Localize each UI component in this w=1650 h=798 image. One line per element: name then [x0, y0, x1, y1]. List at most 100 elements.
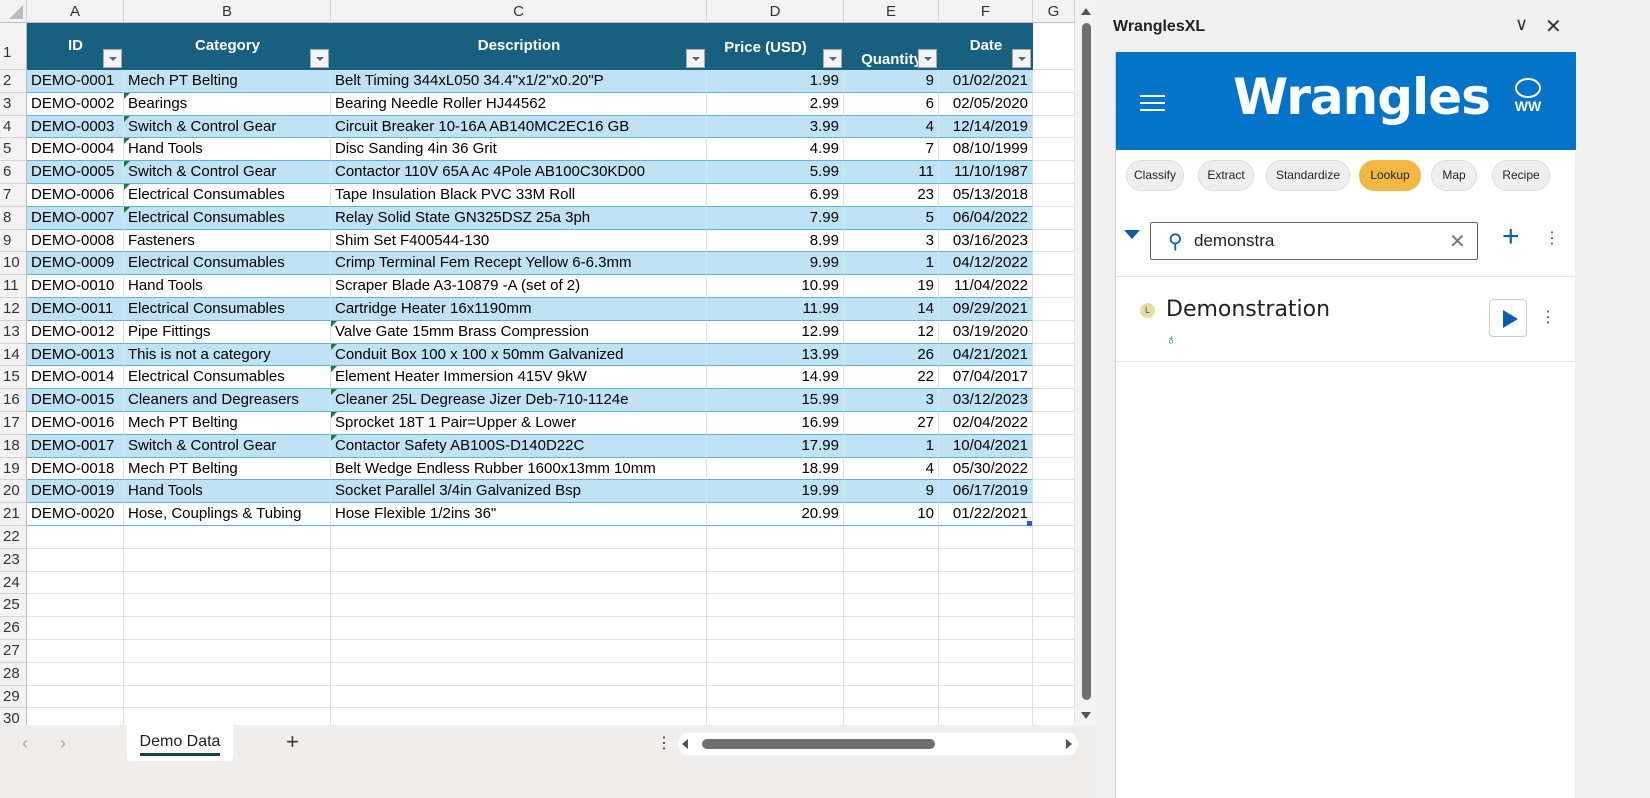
empty-cell[interactable] [939, 571, 1033, 595]
table-cell[interactable]: 09/29/2021 [939, 298, 1033, 321]
table-cell[interactable]: DEMO-0002 [27, 92, 124, 116]
row-header[interactable]: 14 [0, 343, 27, 367]
table-cell[interactable]: 01/02/2021 [939, 70, 1033, 93]
empty-cell[interactable] [124, 548, 331, 572]
table-cell[interactable]: 05/30/2022 [939, 457, 1033, 481]
row-header[interactable]: 19 [0, 457, 27, 481]
table-cell[interactable]: 17.99 [707, 434, 844, 458]
row-header[interactable]: 20 [0, 480, 27, 504]
table-cell[interactable]: 03/19/2020 [939, 320, 1033, 344]
table-cell[interactable]: DEMO-0018 [27, 457, 124, 481]
table-cell[interactable]: 1 [844, 252, 939, 276]
table-cell[interactable]: DEMO-0013 [27, 343, 124, 367]
table-cell[interactable]: 13.99 [707, 343, 844, 367]
hamburger-menu-icon[interactable] [1140, 95, 1165, 111]
column-header-f[interactable]: F [939, 0, 1033, 23]
empty-cell[interactable] [124, 571, 331, 595]
empty-cell[interactable] [1033, 571, 1075, 595]
table-cell[interactable]: Hand Tools [124, 138, 331, 162]
table-cell[interactable]: Fasteners [124, 229, 331, 253]
empty-cell[interactable] [844, 594, 939, 618]
row-header[interactable]: 29 [0, 685, 27, 709]
row-header[interactable]: 12 [0, 298, 27, 321]
row-header[interactable]: 28 [0, 662, 27, 686]
table-cell[interactable]: Switch & Control Gear [124, 434, 331, 458]
table-cell[interactable]: Pipe Fittings [124, 320, 331, 344]
table-cell[interactable]: 08/10/1999 [939, 138, 1033, 162]
table-cell[interactable]: DEMO-0001 [27, 70, 124, 93]
empty-cell[interactable] [1033, 548, 1075, 572]
empty-cell[interactable] [844, 685, 939, 709]
table-cell[interactable]: 11.99 [707, 298, 844, 321]
table-cell[interactable]: Hose, Couplings & Tubing [124, 503, 331, 526]
table-cell[interactable]: 9 [844, 70, 939, 93]
table-cell[interactable]: Bearing Needle Roller HJ44562 [331, 92, 707, 116]
empty-cell[interactable] [707, 548, 844, 572]
empty-cell[interactable] [331, 685, 707, 709]
table-cell[interactable]: Tape Insulation Black PVC 33M Roll [331, 184, 707, 207]
table-resize-handle[interactable] [1027, 521, 1032, 527]
table-cell[interactable]: DEMO-0017 [27, 434, 124, 458]
table-cell[interactable]: 11/10/1987 [939, 161, 1033, 184]
chip-classify[interactable]: Classify [1126, 160, 1184, 191]
row-header[interactable]: 24 [0, 571, 27, 595]
empty-cell[interactable] [1033, 708, 1075, 725]
empty-cell[interactable] [844, 617, 939, 640]
table-cell[interactable]: Electrical Consumables [124, 184, 331, 207]
result-name[interactable]: Demonstration [1166, 297, 1330, 322]
column-header-g[interactable]: G [1033, 0, 1075, 23]
table-cell[interactable]: 22 [844, 366, 939, 390]
table-cell[interactable]: Hand Tools [124, 480, 331, 504]
empty-cell[interactable] [844, 708, 939, 725]
empty-cell[interactable] [331, 708, 707, 725]
table-cell[interactable]: DEMO-0007 [27, 206, 124, 230]
table-cell[interactable]: Cartridge Heater 16x1190mm [331, 298, 707, 321]
empty-cell[interactable] [707, 708, 844, 725]
table-cell[interactable]: 14.99 [707, 366, 844, 390]
table-cell[interactable]: 15.99 [707, 389, 844, 412]
row-header[interactable]: 10 [0, 252, 27, 276]
empty-cell[interactable] [27, 526, 124, 549]
empty-cell[interactable] [1033, 115, 1075, 139]
empty-cell[interactable] [1033, 366, 1075, 390]
table-cell[interactable]: Bearings [124, 92, 331, 116]
empty-cell[interactable] [1033, 320, 1075, 344]
scroll-up-arrow[interactable] [1081, 8, 1091, 15]
table-cell[interactable]: Mech PT Belting [124, 412, 331, 435]
empty-cell[interactable] [1033, 594, 1075, 618]
table-cell[interactable]: DEMO-0019 [27, 480, 124, 504]
table-cell[interactable]: 23 [844, 184, 939, 207]
empty-cell[interactable] [707, 526, 844, 549]
table-cell[interactable]: 19 [844, 275, 939, 298]
table-cell[interactable]: This is not a category [124, 343, 331, 367]
user-avatar[interactable]: WW [1508, 78, 1548, 118]
table-cell[interactable]: Hand Tools [124, 275, 331, 298]
chip-map[interactable]: Map [1431, 160, 1477, 191]
table-header-cell[interactable]: Date [939, 23, 1033, 70]
table-cell[interactable]: 9.99 [707, 252, 844, 276]
empty-cell[interactable] [939, 685, 1033, 709]
table-cell[interactable]: 7.99 [707, 206, 844, 230]
row-header[interactable]: 5 [0, 138, 27, 162]
empty-cell[interactable] [1033, 434, 1075, 458]
empty-cell[interactable] [124, 685, 331, 709]
empty-cell[interactable] [1033, 161, 1075, 184]
table-cell[interactable]: Cleaner 25L Degrease Jizer Deb-710-1124e [331, 389, 707, 412]
empty-cell[interactable] [939, 640, 1033, 663]
empty-cell[interactable] [124, 526, 331, 549]
table-cell[interactable]: Belt Wedge Endless Rubber 1600x13mm 10mm [331, 457, 707, 481]
table-cell[interactable]: DEMO-0005 [27, 161, 124, 184]
empty-cell[interactable] [1033, 92, 1075, 116]
empty-cell[interactable] [1033, 617, 1075, 640]
table-cell[interactable]: 3 [844, 229, 939, 253]
table-cell[interactable]: 19.99 [707, 480, 844, 504]
table-cell[interactable]: DEMO-0003 [27, 115, 124, 139]
empty-cell[interactable] [27, 708, 124, 725]
table-header-cell[interactable]: ID [27, 23, 124, 70]
empty-cell[interactable] [939, 594, 1033, 618]
table-cell[interactable]: 7 [844, 138, 939, 162]
table-cell[interactable]: 27 [844, 412, 939, 435]
empty-cell[interactable] [27, 594, 124, 618]
table-cell[interactable]: DEMO-0012 [27, 320, 124, 344]
row-header[interactable]: 9 [0, 229, 27, 253]
